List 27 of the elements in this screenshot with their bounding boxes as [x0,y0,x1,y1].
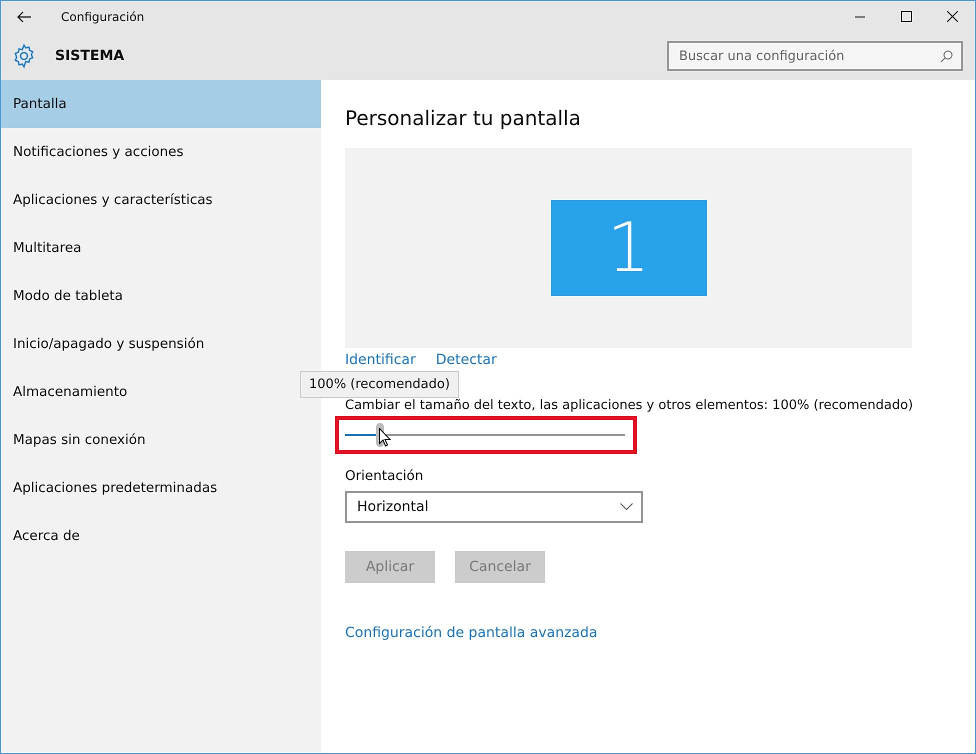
sidebar-item[interactable]: Modo de tableta [1,272,321,320]
scale-label: Cambiar el tamaño del texto, las aplicaciones y otros elementos: 100% (recomendado) [345,398,914,413]
window-title: Configuración [61,10,146,24]
back-arrow-icon [17,10,31,22]
sidebar-item[interactable]: Aplicaciones predeterminadas [1,464,321,512]
tooltip: 100% (recomendado) [300,371,459,398]
link[interactable]: Identificar [345,352,416,368]
sidebar-item[interactable]: Notificaciones y acciones [1,128,321,176]
link[interactable]: Detectar [436,352,497,368]
search-icon [940,50,953,63]
cursor-icon [379,428,391,447]
scale-slider[interactable] [345,423,625,447]
sidebar-item[interactable]: Acerca de [1,512,321,560]
sidebar-item[interactable]: Aplicaciones y características [1,176,321,224]
orientation-dropdown[interactable]: Horizontal [345,491,643,523]
search-field[interactable]: Buscar una configuración [667,41,963,71]
orientation-label: Orientación [345,468,424,484]
sidebar-item[interactable]: Pantalla [1,80,321,128]
close-icon [946,11,958,22]
sidebar-item[interactable]: Inicio/apagado y suspensión [1,320,321,368]
page-title: Personalizar tu pantalla [345,106,582,130]
advanced-settings-link[interactable]: Configuración de pantalla avanzada [345,625,951,641]
sidebar-item[interactable]: Multitarea [1,224,321,272]
sidebar-item[interactable]: Mapas sin conexión [1,416,321,464]
chevron-icon [620,503,633,511]
maximize-icon [900,11,912,22]
section-title: SISTEMA [55,48,126,64]
